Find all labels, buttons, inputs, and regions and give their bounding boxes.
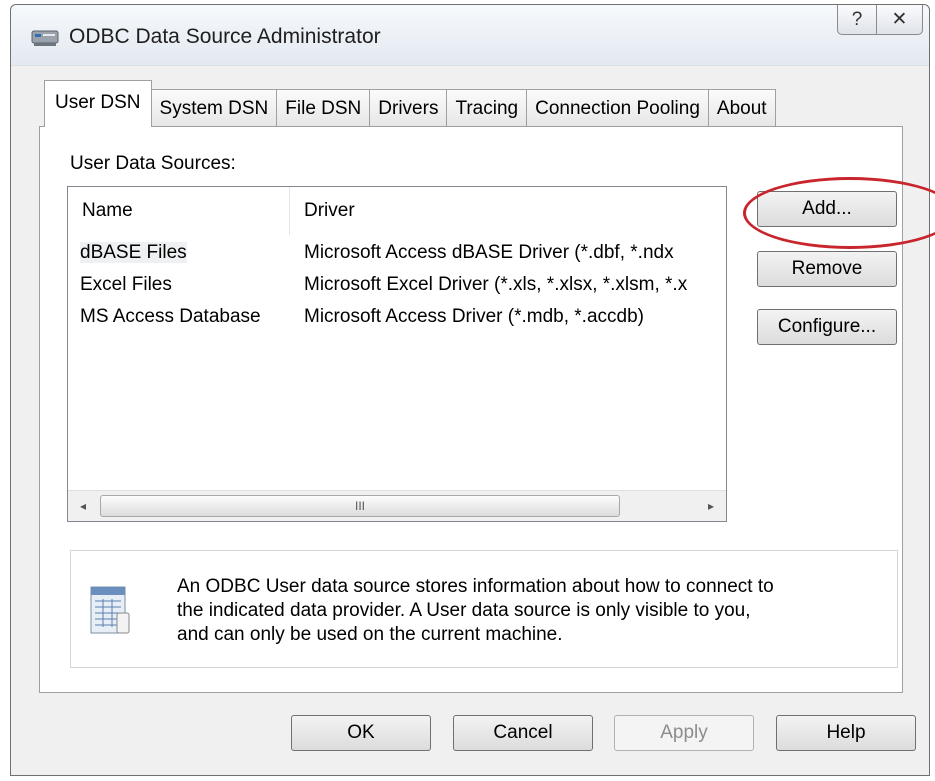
column-header-driver[interactable]: Driver — [290, 187, 726, 235]
info-description: An ODBC User data source stores informat… — [177, 575, 877, 647]
help-button[interactable]: Help — [776, 715, 916, 751]
window-title: ODBC Data Source Administrator — [69, 25, 381, 48]
info-line: An ODBC User data source stores informat… — [177, 576, 774, 597]
table-row[interactable]: Excel Files Microsoft Excel Driver (*.xl… — [68, 269, 726, 301]
add-button[interactable]: Add... — [757, 191, 897, 227]
info-line: the indicated data provider. A User data… — [177, 600, 751, 621]
scrollbar-thumb[interactable]: III — [100, 495, 620, 517]
cancel-button[interactable]: Cancel — [453, 715, 593, 751]
tab-about[interactable]: About — [707, 89, 776, 127]
odbc-dialog: ODBC Data Source Administrator ? ✕ User … — [10, 4, 935, 776]
close-icon: ✕ — [891, 9, 908, 30]
table-row[interactable]: dBASE Files Microsoft Access dBASE Drive… — [68, 237, 726, 269]
tab-tracing[interactable]: Tracing — [446, 89, 528, 127]
info-line: and can only be used on the current mach… — [177, 624, 563, 645]
row-driver: Microsoft Access Driver (*.mdb, *.accdb) — [304, 306, 644, 327]
scroll-left-icon[interactable]: ◂ — [68, 491, 98, 521]
row-name: MS Access Database — [80, 306, 261, 327]
odbc-app-icon — [31, 30, 59, 46]
ok-button[interactable]: OK — [291, 715, 431, 751]
question-icon: ? — [851, 8, 863, 30]
tab-strip: User DSN System DSN File DSN Drivers Tra… — [44, 79, 776, 127]
row-name: Excel Files — [80, 274, 172, 295]
tab-user-dsn[interactable]: User DSN — [44, 80, 152, 127]
remove-button[interactable]: Remove — [757, 251, 897, 287]
table-row[interactable]: MS Access Database Microsoft Access Driv… — [68, 301, 726, 333]
row-name: dBASE Files — [80, 242, 187, 263]
horizontal-scrollbar[interactable]: ◂ III ▸ — [68, 490, 726, 521]
help-title-button[interactable]: ? — [837, 5, 877, 35]
title-bar: ODBC Data Source Administrator ? ✕ — [11, 5, 929, 66]
info-box: An ODBC User data source stores informat… — [70, 550, 898, 668]
user-dsn-panel: User Data Sources: Name Driver dBASE Fil… — [39, 126, 935, 693]
row-driver: Microsoft Excel Driver (*.xls, *.xlsx, *… — [304, 274, 688, 295]
tab-file-dsn[interactable]: File DSN — [276, 89, 371, 127]
column-header-name[interactable]: Name — [68, 187, 290, 235]
row-driver: Microsoft Access dBASE Driver (*.dbf, *.… — [304, 242, 674, 263]
tab-system-dsn[interactable]: System DSN — [150, 89, 278, 127]
tab-connection-pooling[interactable]: Connection Pooling — [526, 89, 709, 127]
user-data-sources-label: User Data Sources: — [70, 153, 236, 174]
grip-icon: III — [354, 499, 365, 513]
tab-drivers[interactable]: Drivers — [369, 89, 448, 127]
data-source-icon — [90, 586, 130, 634]
configure-button[interactable]: Configure... — [757, 309, 897, 345]
apply-button[interactable]: Apply — [614, 715, 754, 751]
list-header: Name Driver — [68, 187, 726, 235]
data-sources-list[interactable]: Name Driver dBASE Files Microsoft Access… — [67, 186, 727, 522]
close-button[interactable]: ✕ — [877, 5, 923, 35]
scroll-right-icon[interactable]: ▸ — [696, 491, 726, 521]
